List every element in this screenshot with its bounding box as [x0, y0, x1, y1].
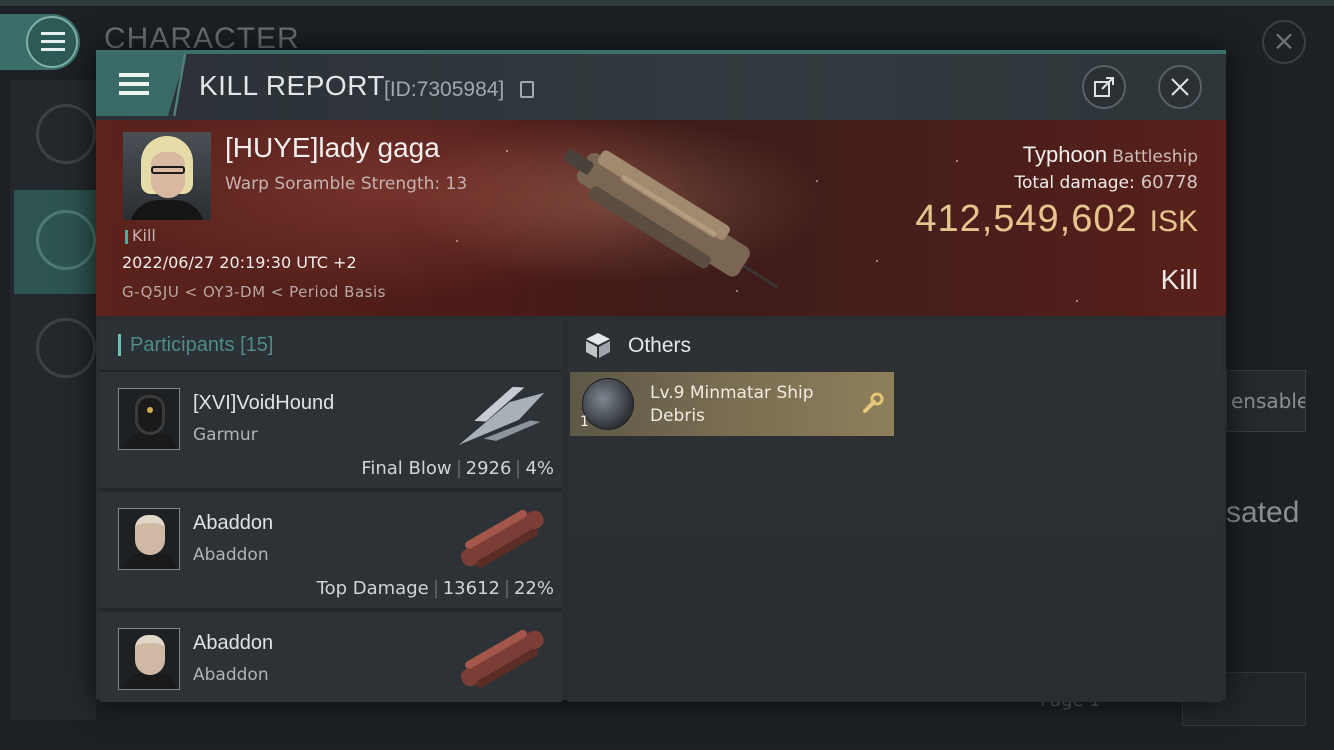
victim-banner: [HUYE]lady gaga Warp Soramble Strength: …: [96, 120, 1226, 316]
isk-value: 412,549,602 ISK: [915, 198, 1198, 240]
others-label: Others: [628, 334, 692, 357]
top-accent-line: [0, 0, 1334, 6]
total-damage: Total damage: 60778: [1014, 172, 1198, 193]
participant-avatar: [118, 508, 180, 570]
result-label: Kill: [1160, 264, 1198, 295]
kill-location[interactable]: G-Q5JU < OY3-DM < Period Basis: [122, 283, 386, 301]
header-divider: [168, 54, 192, 116]
ship-name[interactable]: Typhoon Battleship: [1023, 142, 1198, 168]
participant-ship: Abaddon: [193, 665, 269, 685]
kill-tag: Kill: [125, 226, 156, 245]
participants-header: Participants [15]: [100, 320, 562, 370]
victim-ship-image: [563, 149, 779, 289]
participant-avatar: [118, 628, 180, 690]
close-button[interactable]: [1158, 65, 1202, 109]
participant-ship-image: [458, 386, 545, 446]
star-shield-icon[interactable]: [36, 318, 96, 378]
victim-subtitle: Warp Soramble Strength: 13: [225, 174, 468, 194]
others-header: Others: [568, 320, 1222, 370]
participant-avatar: [118, 388, 180, 450]
item-quantity: 1: [580, 414, 589, 430]
participant-row[interactable]: Abaddon Abaddon: [100, 612, 562, 702]
modal-title: KILL REPORT: [199, 70, 386, 101]
copy-icon[interactable]: [520, 81, 534, 98]
modal-header: KILL REPORT [ID:7305984]: [96, 54, 1226, 120]
participant-stats: Top Damage 13612 22%: [316, 578, 554, 599]
participants-panel: Participants [15] [XVI]VoidHound Garmur …: [100, 320, 562, 702]
participant-ship-image: [460, 629, 544, 688]
wrench-icon: [863, 392, 884, 413]
participant-ship: Abaddon: [193, 545, 269, 565]
kill-report-modal: KILL REPORT [ID:7305984] [HUYE]lady gaga…: [96, 50, 1226, 702]
participants-count: [15]: [240, 334, 274, 356]
debris-icon: [582, 378, 634, 430]
close-icon: [1171, 78, 1189, 96]
background-close-icon[interactable]: ×: [1262, 20, 1306, 64]
share-icon: [1094, 77, 1114, 97]
participant-stats: Final Blow 2926 4%: [361, 458, 554, 479]
item-name: Lv.9 Minmatar Ship Debris: [650, 383, 814, 426]
main-menu-button[interactable]: [0, 14, 80, 70]
loot-item[interactable]: 1 Lv.9 Minmatar Ship Debris: [570, 372, 894, 436]
participants-label: Participants: [130, 334, 235, 356]
left-rail: [10, 80, 96, 720]
cargo-box-icon: [586, 333, 610, 358]
others-panel: Others 1 Lv.9 Minmatar Ship Debris: [568, 320, 1222, 702]
participant-row[interactable]: Abaddon Abaddon Top Damage 13612 22%: [100, 492, 562, 608]
victim-portrait[interactable]: [123, 132, 211, 220]
participant-row[interactable]: [XVI]VoidHound Garmur Final Blow 2926 4%: [100, 372, 562, 488]
participant-ship: Garmur: [193, 425, 258, 445]
background-right-button[interactable]: ensable: [1226, 370, 1306, 432]
background-right-text: sated: [1226, 496, 1300, 529]
participant-name: Abaddon: [193, 632, 274, 654]
participant-ship-image: [460, 509, 544, 568]
participant-name: [XVI]VoidHound: [193, 392, 335, 414]
share-button[interactable]: [1082, 65, 1126, 109]
kill-id: [ID:7305984]: [384, 78, 505, 101]
kill-date: 2022/06/27 20:19:30 UTC +2: [122, 253, 357, 272]
list-icon[interactable]: [36, 104, 96, 164]
victim-name[interactable]: [HUYE]lady gaga: [225, 132, 440, 164]
participant-name: Abaddon: [193, 512, 274, 534]
menu-icon: [26, 16, 78, 68]
swords-icon[interactable]: [36, 210, 96, 270]
